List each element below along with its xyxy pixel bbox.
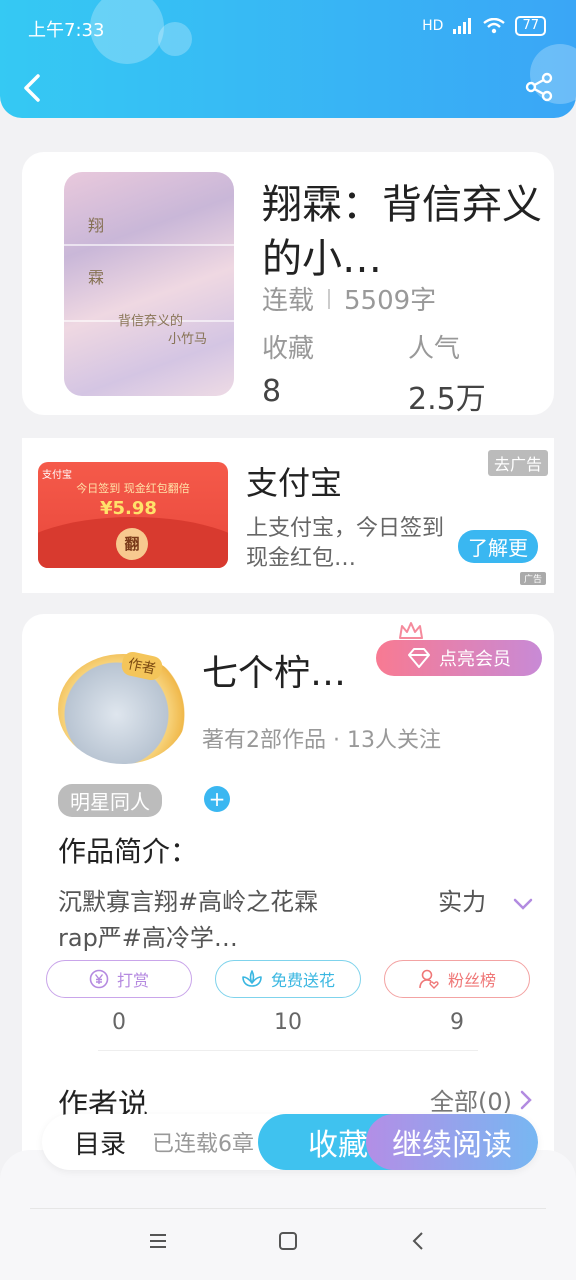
toc-status: 已连载6章 <box>152 1132 254 1157</box>
remove-ad-button[interactable]: 去广告 <box>487 450 548 476</box>
yuan-coin-icon <box>89 969 109 989</box>
cover-decor-text: 霖 <box>88 268 105 287</box>
user-heart-icon <box>419 969 439 989</box>
share-icon[interactable] <box>524 72 554 102</box>
cover-decor-text: 背信弃义的 <box>118 314 184 329</box>
popularity-value: 2.5万 <box>408 382 486 417</box>
ad-image[interactable]: 支付宝 今日签到 现金红包翻倍 ¥5.98 翻 <box>38 462 228 568</box>
vip-button[interactable]: 点亮会员 <box>376 640 542 676</box>
ad-image-coin: 翻 <box>116 528 148 560</box>
back-nav-icon[interactable] <box>407 1230 429 1252</box>
fans-ranking-button[interactable]: 粉丝榜 <box>384 960 530 998</box>
send-flower-button[interactable]: 免费送花 <box>215 960 361 998</box>
category-chip[interactable]: 明星同人 <box>58 784 162 817</box>
chevron-right-icon <box>520 1090 532 1109</box>
fans-count: 9 <box>450 1010 464 1035</box>
top-header: 上午7:33 HD 77 <box>0 0 576 118</box>
toc-button[interactable]: 目录 <box>74 1124 126 1161</box>
ad-image-headline: 今日签到 现金红包翻倍 <box>76 482 190 495</box>
cover-decor-text: 小竹马 <box>168 332 208 347</box>
section-divider <box>98 1050 478 1051</box>
author-card: 作者 七个柠… 点亮会员 著有2部作品 · 13人关注 明星同人 + 作品简介：… <box>22 614 554 1174</box>
favorites-label: 收藏 <box>262 334 315 364</box>
book-info-card: 翔 霖 背信弃义的 小竹马 翔霖：背信弃义的小… 连载 5509字 收藏 8 人… <box>22 152 554 417</box>
ad-title: 支付宝 <box>246 464 343 502</box>
decor-bubble <box>158 22 192 56</box>
nav-divider <box>30 1208 546 1209</box>
meta-divider <box>328 288 331 309</box>
vip-label: 点亮会员 <box>439 649 511 670</box>
book-meta: 连载 5509字 <box>262 280 436 317</box>
continue-reading-button[interactable]: 继续阅读 <box>366 1114 538 1170</box>
intro-heading: 作品简介： <box>58 835 199 868</box>
flower-label: 免费送花 <box>270 971 335 990</box>
all-label: 全部(0) <box>430 1088 512 1116</box>
signal-icon <box>453 18 472 34</box>
fans-label: 粉丝榜 <box>447 971 496 990</box>
ad-mark: 广告 <box>519 572 546 585</box>
status-icons: HD 77 <box>422 16 546 36</box>
ad-description: 上支付宝，今日签到现金红包… <box>246 516 445 571</box>
ad-learn-more-button[interactable]: 了解更 <box>458 530 538 563</box>
book-status: 连载 <box>262 286 315 316</box>
wifi-icon <box>483 18 506 34</box>
add-tag-button[interactable]: + <box>204 786 230 812</box>
cover-decor-text: 翔 <box>88 216 105 235</box>
intro-text: 沉默寡言翔#高岭之花霖 实力rap严#高冷学… <box>58 888 487 952</box>
author-meta: 著有2部作品 · 13人关注 <box>202 728 441 753</box>
flower-count: 10 <box>274 1010 302 1035</box>
reward-label: 打赏 <box>116 971 149 990</box>
reward-count: 0 <box>112 1010 126 1035</box>
book-title: 翔霖：背信弃义的小… <box>262 182 542 282</box>
crown-icon <box>399 622 423 639</box>
word-count: 5509字 <box>344 286 437 316</box>
ad-banner[interactable]: 支付宝 今日签到 现金红包翻倍 ¥5.98 翻 支付宝 上支付宝，今日签到现金红… <box>22 438 554 593</box>
ad-image-amount: ¥5.98 <box>100 498 157 519</box>
reward-button[interactable]: 打赏 <box>46 960 192 998</box>
favorites-value: 8 <box>262 374 282 409</box>
author-name[interactable]: 七个柠… <box>202 644 346 696</box>
diamond-icon <box>408 648 430 668</box>
flower-icon <box>242 970 262 987</box>
network-label: HD <box>422 18 444 34</box>
author-says-all-link[interactable]: 全部(0) <box>430 1082 532 1117</box>
popularity-label: 人气 <box>408 334 461 364</box>
home-icon[interactable] <box>277 1230 299 1252</box>
menu-icon[interactable] <box>147 1230 169 1252</box>
book-cover-image[interactable]: 翔 霖 背信弃义的 小竹马 <box>64 172 234 396</box>
ad-image-logo: 支付宝 <box>42 470 72 481</box>
chevron-down-icon[interactable] <box>512 896 534 912</box>
status-time: 上午7:33 <box>28 20 105 41</box>
back-button[interactable] <box>20 70 44 106</box>
battery-indicator: 77 <box>515 16 546 36</box>
bottom-action-bar: 目录 已连载6章 收藏 继续阅读 <box>42 1114 538 1170</box>
